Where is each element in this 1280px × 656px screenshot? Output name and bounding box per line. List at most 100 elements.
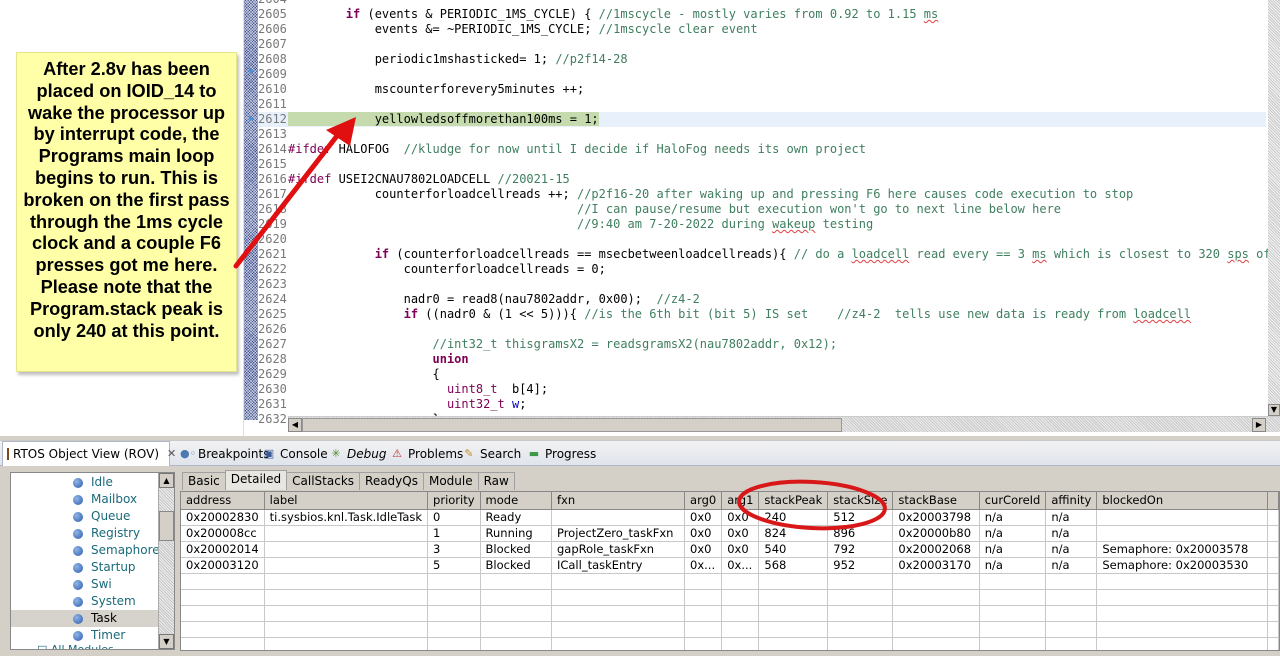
- code-line[interactable]: 2615: [258, 157, 1266, 172]
- empty-cell: [1096, 621, 1268, 638]
- cell-stacksize: 512: [827, 509, 894, 526]
- tab-problems[interactable]: ⚠ Problems: [386, 441, 467, 466]
- tree-item-mailbox[interactable]: Mailbox: [11, 491, 159, 508]
- code-line[interactable]: 2609: [258, 67, 1266, 82]
- breakpoint-marker-icon[interactable]: ➤: [247, 67, 257, 77]
- empty-cell: [827, 637, 894, 650]
- code-line[interactable]: 2617 counterforloadcellreads ++; //p2f16…: [258, 187, 1266, 202]
- column-header-fxn[interactable]: fxn: [551, 492, 686, 510]
- cell-fxn: [551, 509, 686, 526]
- tree-scroll-up-button[interactable]: ▲: [159, 473, 174, 488]
- column-header-address[interactable]: address: [181, 492, 265, 510]
- line-number: 2611: [258, 97, 287, 111]
- code-editor[interactable]: ➤ ➤ 26042605 if (events & PERIODIC_1MS_C…: [244, 0, 1280, 436]
- code-line[interactable]: 2622 counterforloadcellreads = 0;: [258, 262, 1266, 277]
- tree-item-all-modules[interactable]: □ All Modules: [37, 643, 114, 649]
- tree-item-startup[interactable]: Startup: [11, 559, 159, 576]
- progress-icon: ▬: [528, 446, 540, 460]
- scroll-right-button[interactable]: ▶: [1252, 418, 1266, 432]
- table-row[interactable]: 0x20002830 ti.sysbios.knl.Task.IdleTask 0 R…: [181, 509, 1279, 526]
- tree-item-task[interactable]: Task: [11, 610, 159, 627]
- code-line[interactable]: 2608 periodic1mshasticked= 1; //p2f14-28: [258, 52, 1266, 67]
- view-tab-raw[interactable]: Raw: [477, 472, 515, 490]
- tab-search[interactable]: ✎ Search: [458, 441, 525, 466]
- table-row[interactable]: 0x20003120 5 Blocked ICall_taskEntry 0x... 0x…: [181, 557, 1279, 574]
- column-header-stackbase[interactable]: stackBase: [892, 492, 980, 510]
- tab-debug[interactable]: ✳ Debug: [325, 441, 390, 466]
- code-line[interactable]: 2628 union: [258, 352, 1266, 367]
- code-line[interactable]: 2618 //I can pause/resume but execution …: [258, 202, 1266, 217]
- tab-progress[interactable]: ▬ Progress: [523, 441, 600, 466]
- code-line[interactable]: 2610 mscounterforevery5minutes ++;: [258, 82, 1266, 97]
- tree-scrollbar[interactable]: ▲ ▼: [158, 473, 174, 649]
- code-line[interactable]: 2625 if ((nadr0 & (1 << 5))){ //is the 6…: [258, 307, 1266, 322]
- view-tab-callstacks[interactable]: CallStacks: [286, 472, 361, 490]
- code-line[interactable]: 2619 //9:40 am 7-20-2022 during wakeup t…: [258, 217, 1266, 232]
- code-line[interactable]: 2616#ifdef USEI2CNAU7802LOADCELL //20021…: [258, 172, 1266, 187]
- column-header-stacksize[interactable]: stackSize: [827, 492, 894, 510]
- column-header-arg0[interactable]: arg0: [684, 492, 723, 510]
- empty-cell: [721, 589, 760, 606]
- code-line[interactable]: 2612 yellowledsoffmorethan100ms = 1;: [258, 112, 1266, 127]
- tree-scroll-down-button[interactable]: ▼: [159, 634, 174, 649]
- column-header-stackpeak[interactable]: stackPeak: [758, 492, 829, 510]
- breakpoints-icon: ●◦: [180, 446, 197, 460]
- view-tab-basic[interactable]: Basic: [182, 472, 226, 490]
- editor-horizontal-scrollbar[interactable]: ◀ ▶: [288, 416, 1280, 432]
- code-line[interactable]: 2621 if (counterforloadcellreads == msec…: [258, 247, 1280, 262]
- code-line[interactable]: 2604: [258, 0, 1266, 7]
- code-line[interactable]: 2613: [258, 127, 1266, 142]
- editor-vertical-scrollbar[interactable]: [1268, 0, 1280, 420]
- column-header-curcoreid[interactable]: curCoreId: [979, 492, 1047, 510]
- tree-item-system[interactable]: System: [11, 593, 159, 610]
- cell-curcoreid: n/a: [979, 557, 1047, 574]
- code-line[interactable]: 2627 //int32_t thisgramsX2 = readsgramsX…: [258, 337, 1266, 352]
- code-line[interactable]: 2614#ifdef HALOFOG //kludge for now unti…: [258, 142, 1266, 157]
- code-line[interactable]: 2630 uint8_t b[4];: [258, 382, 1266, 397]
- tree-item-label: Idle: [91, 475, 113, 489]
- table-row[interactable]: 0x20002014 3 Blocked gapRole_taskFxn 0x0 0x0 5…: [181, 541, 1279, 558]
- tree-item-queue[interactable]: Queue: [11, 508, 159, 525]
- tree-item-timer[interactable]: Timer: [11, 627, 159, 644]
- code-line[interactable]: 2624 nadr0 = read8(nau7802addr, 0x00); /…: [258, 292, 1266, 307]
- empty-cell: [427, 605, 481, 622]
- empty-cell: [1267, 605, 1279, 622]
- code-line[interactable]: 2605 if (events & PERIODIC_1MS_CYCLE) { …: [258, 7, 1266, 22]
- tree-item-idle[interactable]: Idle: [11, 474, 159, 491]
- module-icon: [73, 546, 83, 556]
- code-lines[interactable]: 26042605 if (events & PERIODIC_1MS_CYCLE…: [258, 0, 1280, 427]
- scroll-left-button[interactable]: ◀: [288, 418, 302, 432]
- code-line[interactable]: 2629 {: [258, 367, 1266, 382]
- tree-item-semaphore[interactable]: Semaphore: [11, 542, 160, 559]
- code-line[interactable]: 2631 uint32_t w;: [258, 397, 1266, 412]
- column-header-affinity[interactable]: affinity: [1045, 492, 1098, 510]
- tree-item-swi[interactable]: Swi: [11, 576, 159, 593]
- code-line[interactable]: 2626: [258, 322, 1266, 337]
- code-text: //I can pause/resume but execution won't…: [576, 202, 1062, 216]
- empty-cell: [684, 605, 723, 622]
- table-row[interactable]: 0x200008cc 1 Running ProjectZero_taskFxn 0x0…: [181, 525, 1279, 542]
- tab-console[interactable]: ▣ Console: [258, 441, 332, 466]
- tab-rtos-object-view[interactable]: RTOS Object View (ROV) ✕: [2, 441, 176, 466]
- column-header-label[interactable]: label: [264, 492, 429, 510]
- close-icon[interactable]: ✕: [167, 442, 176, 466]
- view-tab-detailed[interactable]: Detailed: [224, 470, 288, 490]
- module-tree[interactable]: Idle Mailbox Queue Registry Semaphore Startup…: [10, 472, 175, 650]
- code-line[interactable]: 2606 events &= ~PERIODIC_1MS_CYCLE; //1m…: [258, 22, 1266, 37]
- code-line[interactable]: 2623: [258, 277, 1266, 292]
- column-header-blockedon[interactable]: blockedOn: [1096, 492, 1268, 510]
- column-header-priority[interactable]: priority: [427, 492, 481, 510]
- column-header-arg1[interactable]: arg1: [721, 492, 760, 510]
- tree-item-registry[interactable]: Registry: [11, 525, 159, 542]
- code-line[interactable]: 2607: [258, 37, 1266, 52]
- code-line[interactable]: 2611: [258, 97, 1266, 112]
- code-line[interactable]: 2620: [258, 232, 1266, 247]
- view-tab-readyqs[interactable]: ReadyQs: [359, 472, 424, 490]
- empty-cell: [480, 589, 552, 606]
- column-header-mode[interactable]: mode: [480, 492, 552, 510]
- view-tab-module[interactable]: Module: [422, 472, 479, 490]
- scroll-down-button[interactable]: ▼: [1268, 404, 1280, 416]
- empty-cell: [1267, 621, 1279, 638]
- scroll-thumb[interactable]: [302, 418, 842, 432]
- tree-scroll-thumb[interactable]: [159, 511, 174, 541]
